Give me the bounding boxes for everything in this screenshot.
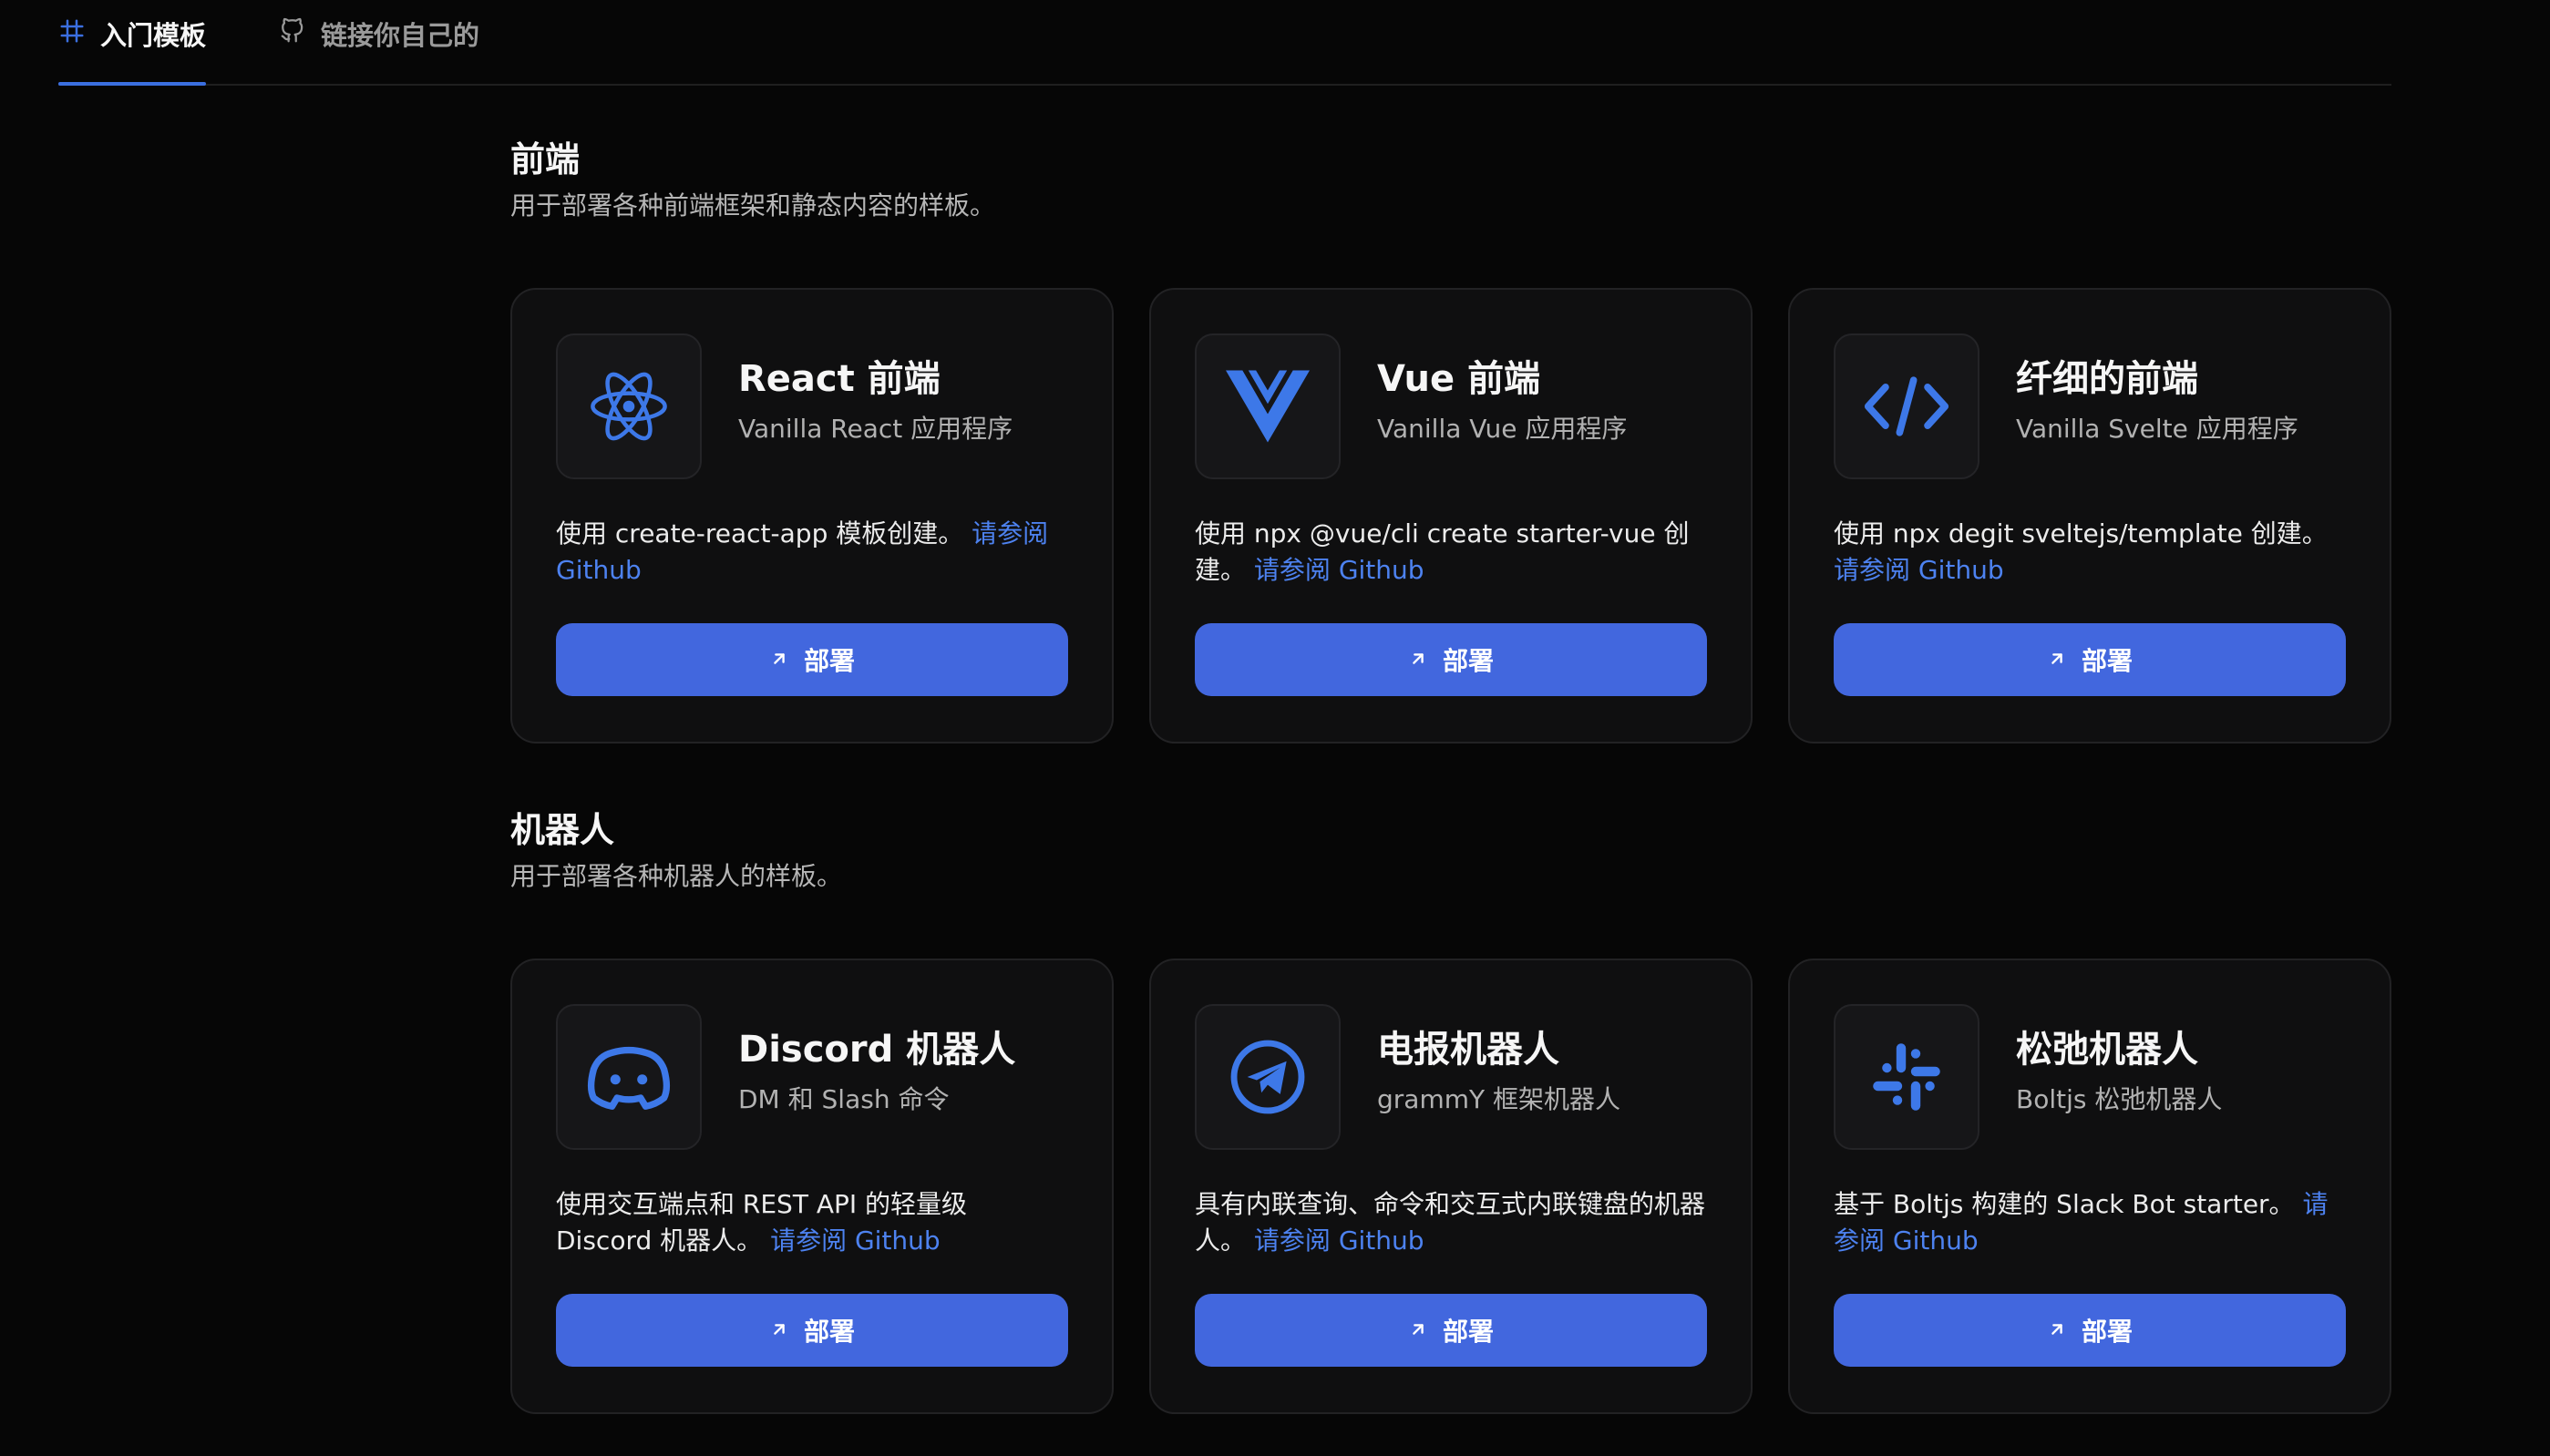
github-link[interactable]: 请参阅 Github [1254, 1225, 1424, 1256]
github-link[interactable]: 请参阅 Github [1254, 555, 1424, 585]
tab-starter-templates[interactable]: 入门模板 [58, 0, 207, 86]
card-description: 基于 Boltjs 构建的 Slack Bot starter。 请参阅 Git… [1834, 1186, 2348, 1259]
section-frontend: 前端 用于部署各种前端框架和静态内容的样板。 React 前端 Vanilla … [510, 137, 2391, 743]
template-card-svelte: 纤细的前端 Vanilla Svelte 应用程序 使用 npx degit s… [1788, 288, 2391, 743]
card-title: React 前端 [738, 358, 941, 400]
deploy-label: 部署 [803, 646, 855, 676]
deploy-label: 部署 [1442, 646, 1494, 676]
deploy-button[interactable]: 部署 [1195, 1294, 1707, 1367]
arrow-up-right-icon [1408, 645, 1428, 675]
tab-link-your-own[interactable]: 链接你自己的 [279, 0, 479, 84]
template-icon [58, 17, 86, 51]
arrow-up-right-icon [2047, 1316, 2067, 1346]
template-card-vue: Vue 前端 Vanilla Vue 应用程序 使用 npx @vue/cli … [1149, 288, 1753, 743]
card-subtitle: Vanilla Svelte 应用程序 [2016, 414, 2298, 444]
card-subtitle: Vanilla React 应用程序 [738, 414, 1013, 444]
deploy-label: 部署 [803, 1317, 855, 1347]
deploy-label: 部署 [2081, 646, 2133, 676]
template-card-react: React 前端 Vanilla React 应用程序 使用 create-re… [510, 288, 1114, 743]
card-description: 使用 npx @vue/cli create starter-vue 创建。 请… [1195, 516, 1709, 589]
section-description: 用于部署各种前端框架和静态内容的样板。 [510, 190, 996, 220]
tab-bar: 入门模板 链接你自己的 [58, 0, 2391, 86]
card-description: 使用 npx degit sveltejs/template 创建。 请参阅 G… [1834, 516, 2348, 589]
arrow-up-right-icon [1408, 1316, 1428, 1346]
tab-label: 链接你自己的 [321, 20, 480, 51]
card-description-text: 使用 npx degit sveltejs/template 创建。 [1834, 518, 2328, 549]
deploy-button[interactable]: 部署 [556, 623, 1068, 696]
section-title: 前端 [510, 139, 581, 179]
vue-icon [1195, 333, 1341, 479]
card-description: 使用交互端点和 REST API 的轻量级 Discord 机器人。 请参阅 G… [556, 1186, 1070, 1259]
card-subtitle: DM 和 Slash 命令 [738, 1084, 950, 1114]
card-description: 使用 create-react-app 模板创建。 请参阅 Github [556, 516, 1070, 589]
telegram-icon [1195, 1004, 1341, 1150]
react-icon [556, 333, 702, 479]
card-subtitle: Vanilla Vue 应用程序 [1377, 414, 1628, 444]
code-icon [1834, 333, 1979, 479]
github-icon [279, 17, 306, 51]
template-card-slack: 松弛机器人 Boltjs 松弛机器人 基于 Boltjs 构建的 Slack B… [1788, 959, 2391, 1414]
card-title: Discord 机器人 [738, 1029, 1016, 1071]
arrow-up-right-icon [2047, 645, 2067, 675]
section-description: 用于部署各种机器人的样板。 [510, 861, 843, 891]
template-card-discord: Discord 机器人 DM 和 Slash 命令 使用交互端点和 REST A… [510, 959, 1114, 1414]
deploy-button[interactable]: 部署 [1195, 623, 1707, 696]
slack-icon [1834, 1004, 1979, 1150]
deploy-label: 部署 [1442, 1317, 1494, 1347]
card-title: 电报机器人 [1377, 1029, 1559, 1071]
discord-icon [556, 1004, 702, 1150]
arrow-up-right-icon [769, 645, 789, 675]
card-subtitle: grammY 框架机器人 [1377, 1084, 1620, 1114]
card-subtitle: Boltjs 松弛机器人 [2016, 1084, 2223, 1114]
deploy-label: 部署 [2081, 1317, 2133, 1347]
card-title: Vue 前端 [1377, 358, 1541, 400]
template-card-telegram: 电报机器人 grammY 框架机器人 具有内联查询、命令和交互式内联键盘的机器人… [1149, 959, 1753, 1414]
card-description: 具有内联查询、命令和交互式内联键盘的机器人。 请参阅 Github [1195, 1186, 1709, 1259]
deploy-button[interactable]: 部署 [556, 1294, 1068, 1367]
github-link[interactable]: 请参阅 Github [770, 1225, 941, 1256]
card-description-text: 使用 create-react-app 模板创建。 [556, 518, 964, 549]
card-title: 松弛机器人 [2016, 1029, 2198, 1071]
deploy-button[interactable]: 部署 [1834, 1294, 2346, 1367]
section-title: 机器人 [510, 810, 615, 850]
deploy-button[interactable]: 部署 [1834, 623, 2346, 696]
github-link[interactable]: 请参阅 Github [1834, 555, 2004, 585]
arrow-up-right-icon [769, 1316, 789, 1346]
tab-label: 入门模板 [100, 20, 207, 51]
template-card-grid: React 前端 Vanilla React 应用程序 使用 create-re… [510, 288, 2391, 743]
template-card-grid: Discord 机器人 DM 和 Slash 命令 使用交互端点和 REST A… [510, 959, 2391, 1414]
card-description-text: 基于 Boltjs 构建的 Slack Bot starter。 [1834, 1189, 2295, 1219]
card-title: 纤细的前端 [2016, 358, 2198, 400]
section-bots: 机器人 用于部署各种机器人的样板。 Discord 机器人 DM 和 Slash… [510, 807, 2391, 1414]
